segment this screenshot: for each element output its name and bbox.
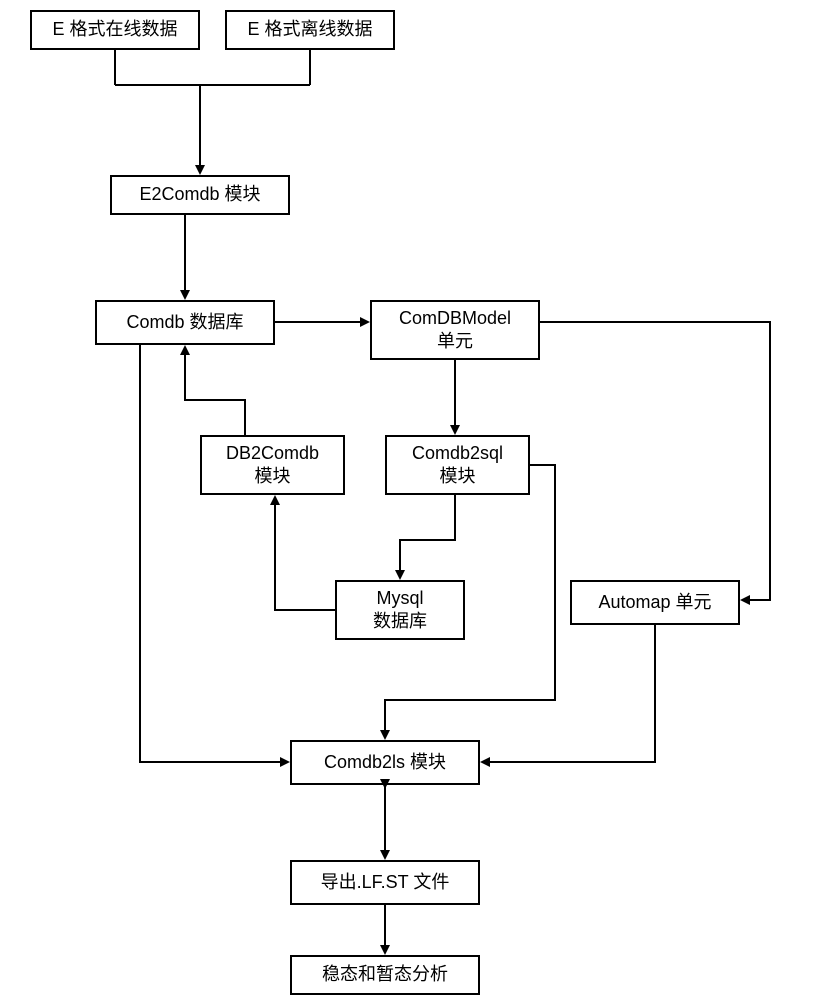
label-line1: DB2Comdb <box>226 442 319 465</box>
label-line1: Mysql <box>376 587 423 610</box>
node-comdb-db: Comdb 数据库 <box>95 300 275 345</box>
node-analysis: 稳态和暂态分析 <box>290 955 480 995</box>
node-e-offline: E 格式离线数据 <box>225 10 395 50</box>
label-line2: 数据库 <box>373 610 427 633</box>
node-comdb2sql: Comdb2sql 模块 <box>385 435 530 495</box>
label: E 格式在线数据 <box>52 18 177 41</box>
node-db2comdb: DB2Comdb 模块 <box>200 435 345 495</box>
node-automap: Automap 单元 <box>570 580 740 625</box>
label-line1: ComDBModel <box>399 307 511 330</box>
connectors <box>0 0 819 1000</box>
label: Automap 单元 <box>598 591 711 614</box>
label-line2: 模块 <box>440 465 476 488</box>
node-mysql: Mysql 数据库 <box>335 580 465 640</box>
node-e-online: E 格式在线数据 <box>30 10 200 50</box>
label: Comdb2ls 模块 <box>324 751 446 774</box>
node-e2comdb: E2Comdb 模块 <box>110 175 290 215</box>
node-export: 导出.LF.ST 文件 <box>290 860 480 905</box>
label: 稳态和暂态分析 <box>322 963 448 986</box>
label: Comdb 数据库 <box>126 311 243 334</box>
label: 导出.LF.ST 文件 <box>321 871 450 894</box>
label: E2Comdb 模块 <box>139 183 260 206</box>
label-line2: 模块 <box>255 465 291 488</box>
node-comdbmodel: ComDBModel 单元 <box>370 300 540 360</box>
label-line2: 单元 <box>437 330 473 353</box>
node-comdb2ls: Comdb2ls 模块 <box>290 740 480 785</box>
label-line1: Comdb2sql <box>412 442 503 465</box>
label: E 格式离线数据 <box>247 18 372 41</box>
